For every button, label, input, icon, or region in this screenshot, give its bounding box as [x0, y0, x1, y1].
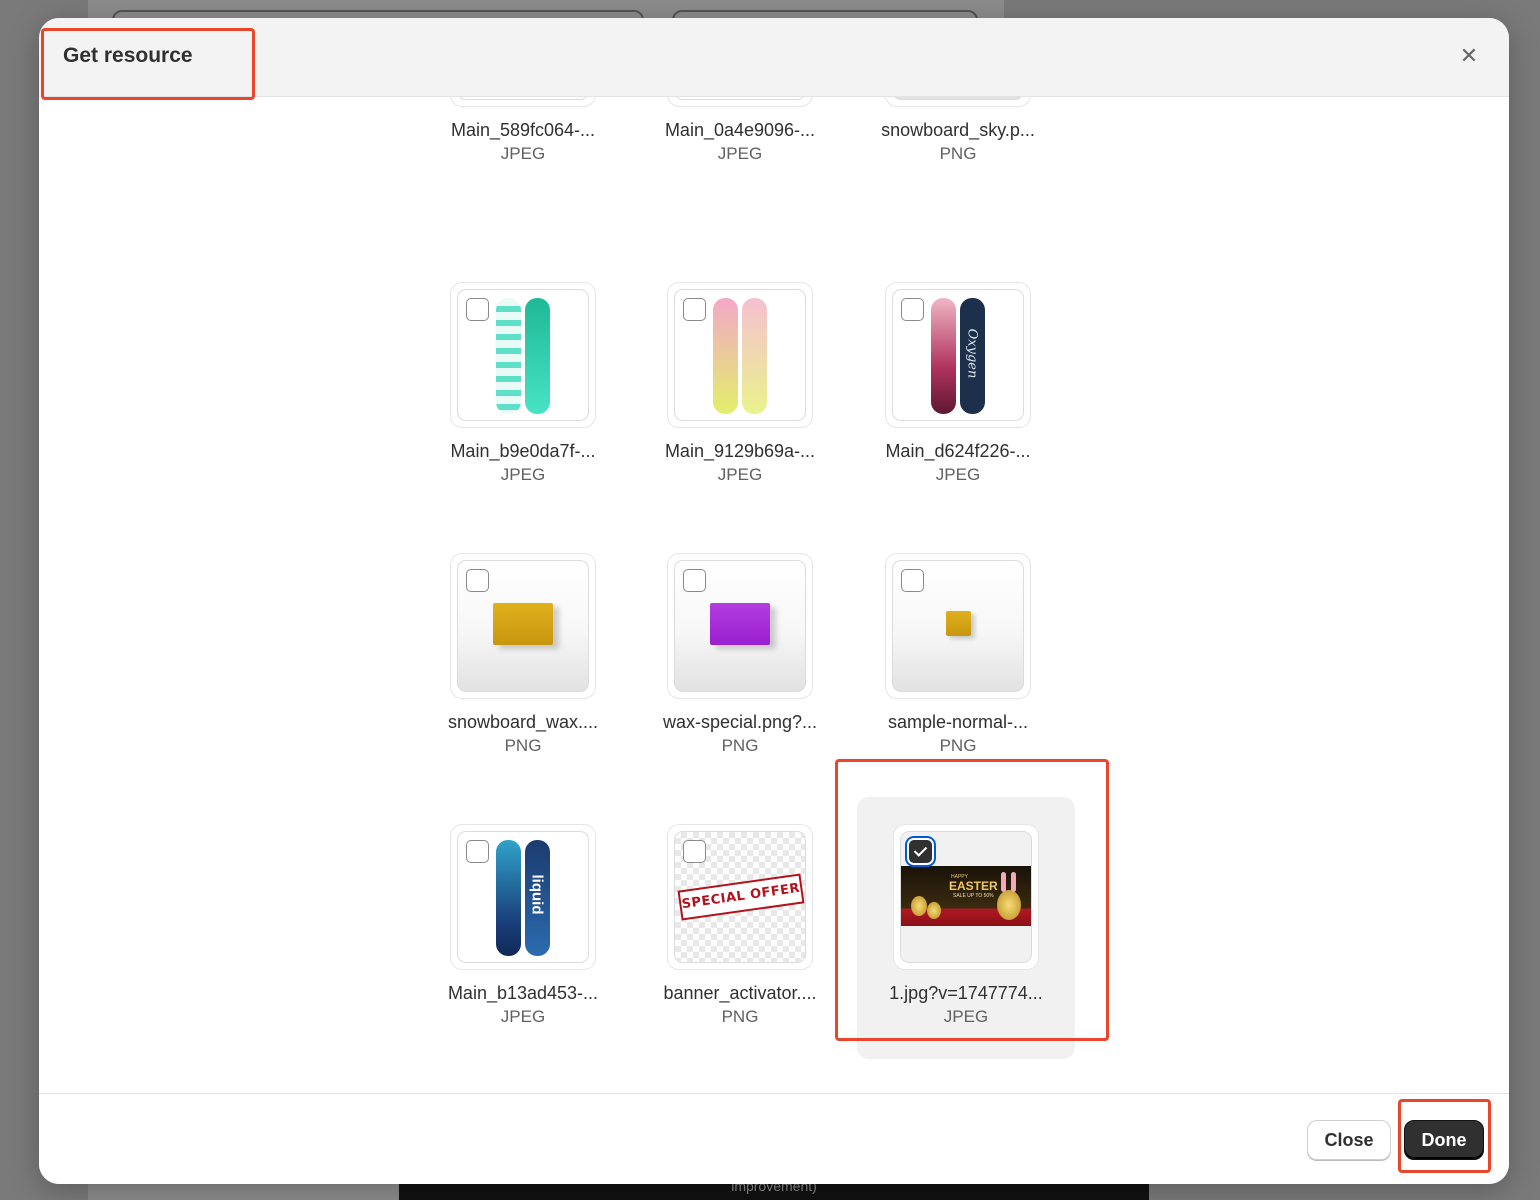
file-name: Main_589fc064-...	[450, 120, 596, 140]
resource-item[interactable]: Main_b9e0da7f-... JPEG	[414, 255, 632, 517]
file-name: Main_0a4e9096-...	[664, 120, 816, 140]
thumbnail: HAPPY EASTER SALE UP TO 50%	[893, 824, 1039, 970]
file-type: JPEG	[500, 465, 546, 484]
thumbnail	[450, 553, 596, 699]
file-type: PNG	[721, 736, 759, 755]
select-checkbox-checked[interactable]	[909, 840, 932, 863]
file-name: Main_9129b69a-...	[664, 441, 816, 461]
file-name: sample-normal-...	[887, 712, 1029, 732]
thumbnail: SPECIAL OFFER	[667, 824, 813, 970]
close-icon[interactable]: ✕	[1457, 44, 1481, 68]
thumbnail	[885, 553, 1031, 699]
select-checkbox[interactable]	[466, 569, 489, 592]
thumbnail	[450, 282, 596, 428]
easter-sale-text: SALE UP TO 50%	[953, 893, 994, 899]
thumbnail: Oxygen	[885, 282, 1031, 428]
special-offer-stamp: SPECIAL OFFER	[677, 873, 805, 921]
resource-item[interactable]: Main_0a4e9096-... JPEG	[631, 97, 849, 196]
thumbnail	[450, 97, 596, 107]
resource-grid: Main_589fc064-... JPEG Main_0a4e9096-...…	[39, 97, 1509, 1093]
select-checkbox[interactable]	[466, 298, 489, 321]
easter-banner: HAPPY EASTER SALE UP TO 50%	[901, 866, 1031, 926]
get-resource-modal: Get resource ✕ Main_589fc064-... JPEG Ma…	[39, 18, 1509, 1184]
thumbnail	[667, 282, 813, 428]
done-button[interactable]: Done	[1404, 1120, 1484, 1160]
select-checkbox[interactable]	[466, 840, 489, 863]
easter-title-text: EASTER	[949, 879, 998, 893]
select-checkbox[interactable]	[683, 569, 706, 592]
close-button[interactable]: Close	[1307, 1120, 1391, 1160]
select-checkbox[interactable]	[901, 569, 924, 592]
file-name: Main_b13ad453-...	[447, 983, 599, 1003]
file-type: PNG	[939, 144, 977, 163]
resource-item[interactable]: snowboard_sky.p... PNG	[849, 97, 1067, 196]
modal-footer: Close Done	[39, 1093, 1509, 1184]
file-type: JPEG	[500, 1007, 546, 1026]
thumbnail	[667, 97, 813, 107]
file-name: 1.jpg?v=1747774...	[889, 983, 1043, 1003]
file-type: PNG	[504, 736, 542, 755]
select-checkbox[interactable]	[901, 298, 924, 321]
file-type: JPEG	[717, 144, 763, 163]
modal-title: Get resource	[63, 44, 193, 67]
file-type: JPEG	[943, 1007, 989, 1026]
board-text: Oxygen	[964, 328, 980, 379]
resource-item[interactable]: sample-normal-... PNG	[849, 526, 1067, 788]
resource-item[interactable]: wax-special.png?... PNG	[631, 526, 849, 788]
file-name: wax-special.png?...	[662, 712, 818, 732]
resource-item[interactable]: Main_589fc064-... JPEG	[414, 97, 632, 196]
file-type: PNG	[721, 1007, 759, 1026]
resource-item[interactable]: snowboard_wax.... PNG	[414, 526, 632, 788]
resource-item[interactable]: SPECIAL OFFER banner_activator.... PNG	[631, 797, 849, 1059]
file-type: JPEG	[500, 144, 546, 163]
file-type: JPEG	[935, 465, 981, 484]
file-name: Main_b9e0da7f-...	[450, 441, 596, 461]
file-type: PNG	[939, 736, 977, 755]
resource-item[interactable]: Main_9129b69a-... JPEG	[631, 255, 849, 517]
select-checkbox[interactable]	[683, 298, 706, 321]
file-name: Main_d624f226-...	[885, 441, 1031, 461]
thumbnail	[667, 553, 813, 699]
file-name: snowboard_wax....	[447, 712, 599, 732]
file-name: snowboard_sky.p...	[881, 120, 1035, 140]
thumbnail	[885, 97, 1031, 107]
file-name: banner_activator....	[663, 983, 817, 1003]
file-type: JPEG	[717, 465, 763, 484]
resource-item[interactable]: Oxygen Main_d624f226-... JPEG	[849, 255, 1067, 517]
modal-header: Get resource ✕	[39, 18, 1509, 97]
thumbnail: liquid	[450, 824, 596, 970]
board-text: liquid	[528, 874, 546, 915]
select-checkbox[interactable]	[683, 840, 706, 863]
resource-item-selected[interactable]: HAPPY EASTER SALE UP TO 50% 1.jpg?v=1747…	[857, 797, 1075, 1059]
resource-item[interactable]: liquid Main_b13ad453-... JPEG	[414, 797, 632, 1059]
